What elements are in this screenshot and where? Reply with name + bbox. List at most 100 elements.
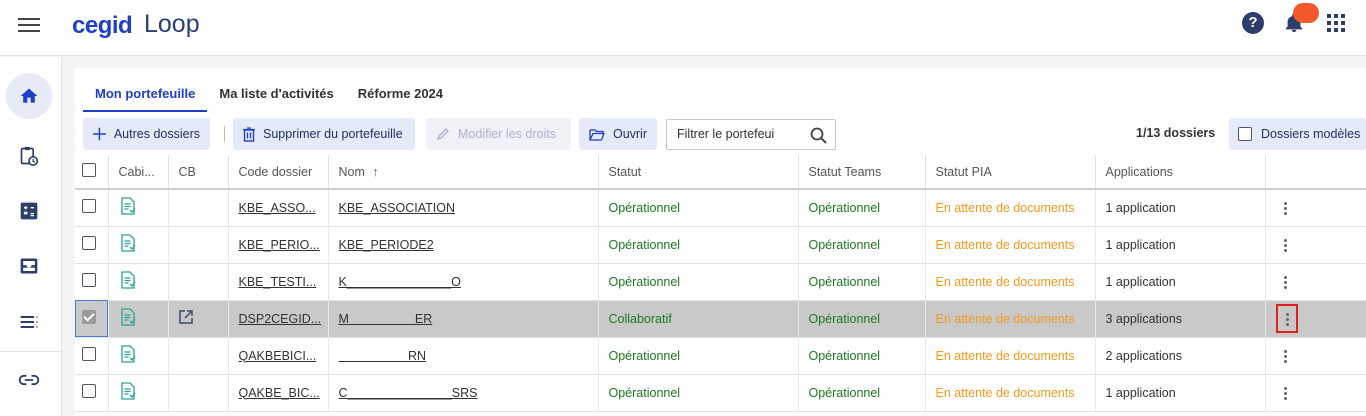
table-row[interactable]: QAKBEBICI... RN Opérationnel Opérationne…: [75, 337, 1366, 375]
row-menu-button[interactable]: [1275, 304, 1298, 333]
code-dossier-link[interactable]: KBE_PERIO...: [239, 238, 320, 252]
notification-badge: [1293, 3, 1319, 23]
row-checkbox[interactable]: [82, 199, 96, 214]
row-checkbox[interactable]: [82, 273, 96, 287]
dossier-name-link[interactable]: C_______________SRS: [339, 386, 478, 400]
rail-tasks-button[interactable]: [6, 133, 52, 179]
code-dossier-link[interactable]: KBE_ASSO...: [239, 201, 316, 215]
external-link-icon[interactable]: [178, 310, 193, 324]
table-row[interactable]: KBE_PERIO... KBE_PERIODE2 Opérationnel O…: [75, 226, 1366, 264]
table-header-row: Cabi... CB Code dossier Nom ↑ Statut Sta…: [75, 155, 1366, 190]
statut-pia-cell: En attente de documents: [925, 263, 1096, 301]
code-cell: KBE_PERIO...: [228, 226, 329, 264]
row-menu-button[interactable]: [1276, 382, 1294, 402]
code-dossier-link[interactable]: DSP2CEGID...: [239, 312, 322, 326]
dossier-name-link[interactable]: M ER: [339, 312, 433, 326]
statut-teams-cell: Opérationnel: [798, 374, 926, 412]
open-button[interactable]: Ouvrir: [579, 118, 657, 150]
row-checkbox[interactable]: [82, 384, 96, 398]
table-row[interactable]: KBE_ASSO... KBE_ASSOCIATION Opérationnel…: [75, 189, 1366, 227]
rail-inbox-button[interactable]: [6, 243, 52, 289]
hamburger-menu-icon[interactable]: [18, 14, 40, 36]
row-menu-button[interactable]: [1276, 345, 1294, 365]
table-row[interactable]: QAKBE_BIC... C_______________SRS Opérati…: [75, 374, 1366, 412]
column-cb[interactable]: CB: [168, 155, 229, 190]
applications-cell: 1 application: [1095, 374, 1266, 412]
document-icon[interactable]: [119, 271, 137, 289]
column-statut[interactable]: Statut: [598, 155, 799, 190]
statut-cell: Opérationnel: [598, 226, 799, 264]
statut-cell: Opérationnel: [598, 337, 799, 375]
name-cell: KBE_ASSOCIATION: [328, 189, 599, 227]
rail-calc-button[interactable]: [6, 188, 52, 234]
rail-links-button[interactable]: [6, 357, 52, 403]
row-select-cell: [75, 263, 109, 301]
row-select-cell: [75, 374, 109, 412]
row-select-cell: [75, 337, 109, 375]
select-all-checkbox[interactable]: [82, 163, 96, 177]
applications-cell: 2 applications: [1095, 337, 1266, 375]
row-menu-button[interactable]: [1276, 198, 1294, 218]
remove-from-portfolio-button[interactable]: Supprimer du portefeuille: [233, 118, 415, 150]
kebab-menu-icon: [1283, 201, 1287, 215]
column-nom[interactable]: Nom ↑: [328, 155, 599, 190]
column-applications[interactable]: Applications: [1095, 155, 1266, 190]
rail-home-button[interactable]: [6, 73, 52, 119]
inbox-icon: [20, 258, 38, 274]
table-row[interactable]: KBE_TESTI... K_______________O Opération…: [75, 263, 1366, 301]
search-icon[interactable]: [810, 127, 827, 144]
kebab-menu-icon: [1283, 349, 1287, 363]
other-folders-button[interactable]: Autres dossiers: [83, 118, 210, 150]
cabinet-cell: [108, 337, 169, 375]
code-dossier-link[interactable]: KBE_TESTI...: [239, 275, 317, 289]
document-icon[interactable]: [119, 234, 137, 252]
applications-cell: 1 application: [1095, 263, 1266, 301]
template-folders-checkbox[interactable]: [1238, 127, 1252, 141]
rail-list-button[interactable]: [6, 299, 52, 345]
name-cell: KBE_PERIODE2: [328, 226, 599, 264]
cabinet-cell: [108, 263, 169, 301]
dossier-name-link[interactable]: RN: [339, 349, 426, 363]
edit-rights-button[interactable]: Modifier les droits: [426, 118, 571, 150]
toolbar: Autres dossiers Supprimer du portefeuill…: [83, 118, 1366, 150]
home-icon: [20, 88, 38, 103]
tab-ma-liste-activites[interactable]: Ma liste d'activités: [207, 68, 345, 112]
statut-teams-cell: Opérationnel: [798, 263, 926, 301]
filter-input[interactable]: [677, 127, 805, 141]
column-statut-pia[interactable]: Statut PIA: [925, 155, 1096, 190]
document-icon[interactable]: [119, 308, 137, 326]
code-dossier-link[interactable]: QAKBEBICI...: [239, 349, 317, 363]
column-cabinet[interactable]: Cabi...: [108, 155, 169, 190]
calculator-icon: [20, 202, 38, 220]
document-icon[interactable]: [119, 382, 137, 400]
template-folders-toggle[interactable]: Dossiers modèles: [1229, 118, 1366, 150]
actions-cell: [1265, 263, 1366, 301]
statut-pia-cell: En attente de documents: [925, 337, 1096, 375]
row-menu-button[interactable]: [1276, 234, 1294, 254]
cabinet-cell: [108, 226, 169, 264]
actions-cell: [1265, 337, 1366, 375]
product-name: Loop: [144, 10, 200, 38]
help-icon[interactable]: ?: [1242, 12, 1264, 34]
apps-grid-icon[interactable]: [1327, 14, 1345, 32]
document-icon[interactable]: [119, 345, 137, 363]
document-icon[interactable]: [119, 197, 137, 215]
tab-mon-portefeuille[interactable]: Mon portefeuille: [83, 68, 208, 112]
row-menu-button[interactable]: [1276, 271, 1294, 291]
name-cell: RN: [328, 337, 599, 375]
statut-cell: Opérationnel: [598, 374, 799, 412]
row-checkbox[interactable]: [82, 347, 96, 361]
dossier-name-link[interactable]: KBE_ASSOCIATION: [339, 201, 455, 215]
dossier-name-link[interactable]: KBE_PERIODE2: [339, 238, 434, 252]
dossier-name-link[interactable]: K_______________O: [339, 275, 461, 289]
cabinet-cell: [108, 374, 169, 412]
code-dossier-link[interactable]: QAKBE_BIC...: [239, 386, 320, 400]
column-statut-teams[interactable]: Statut Teams: [798, 155, 926, 190]
code-cell: KBE_TESTI...: [228, 263, 329, 301]
column-code-dossier[interactable]: Code dossier: [228, 155, 329, 190]
row-checkbox[interactable]: [82, 310, 96, 324]
tab-reforme-2024[interactable]: Réforme 2024: [346, 68, 455, 112]
row-checkbox[interactable]: [82, 236, 96, 250]
table-row-selected[interactable]: DSP2CEGID... M ER Collaboratif Opération…: [75, 300, 1366, 338]
actions-cell: [1265, 300, 1366, 338]
